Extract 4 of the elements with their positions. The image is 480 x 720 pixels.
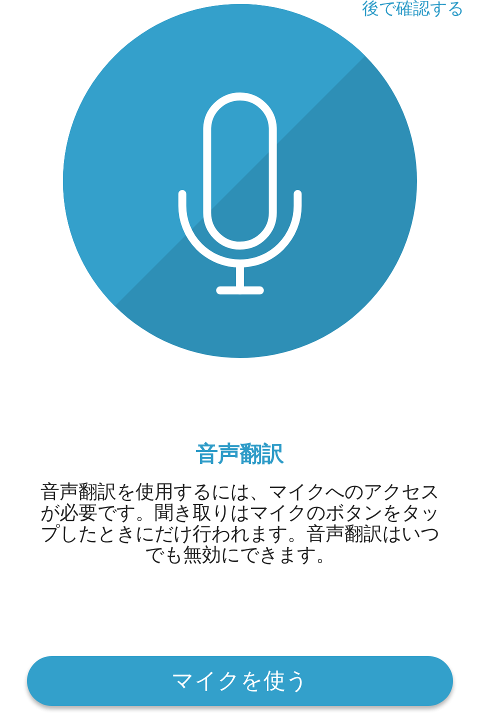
use-microphone-button[interactable]: マイクを使う — [27, 656, 453, 706]
feature-title: 音声翻訳 — [196, 440, 284, 469]
description-text: 音声翻訳を使用するには、マイクへのアクセスが必要です。聞き取りはマイクのボタンをタップしたときにだけ行われます。音声翻訳はいつでも無効にできます。 — [40, 482, 440, 566]
later-link[interactable]: 後で確認する — [362, 0, 464, 19]
